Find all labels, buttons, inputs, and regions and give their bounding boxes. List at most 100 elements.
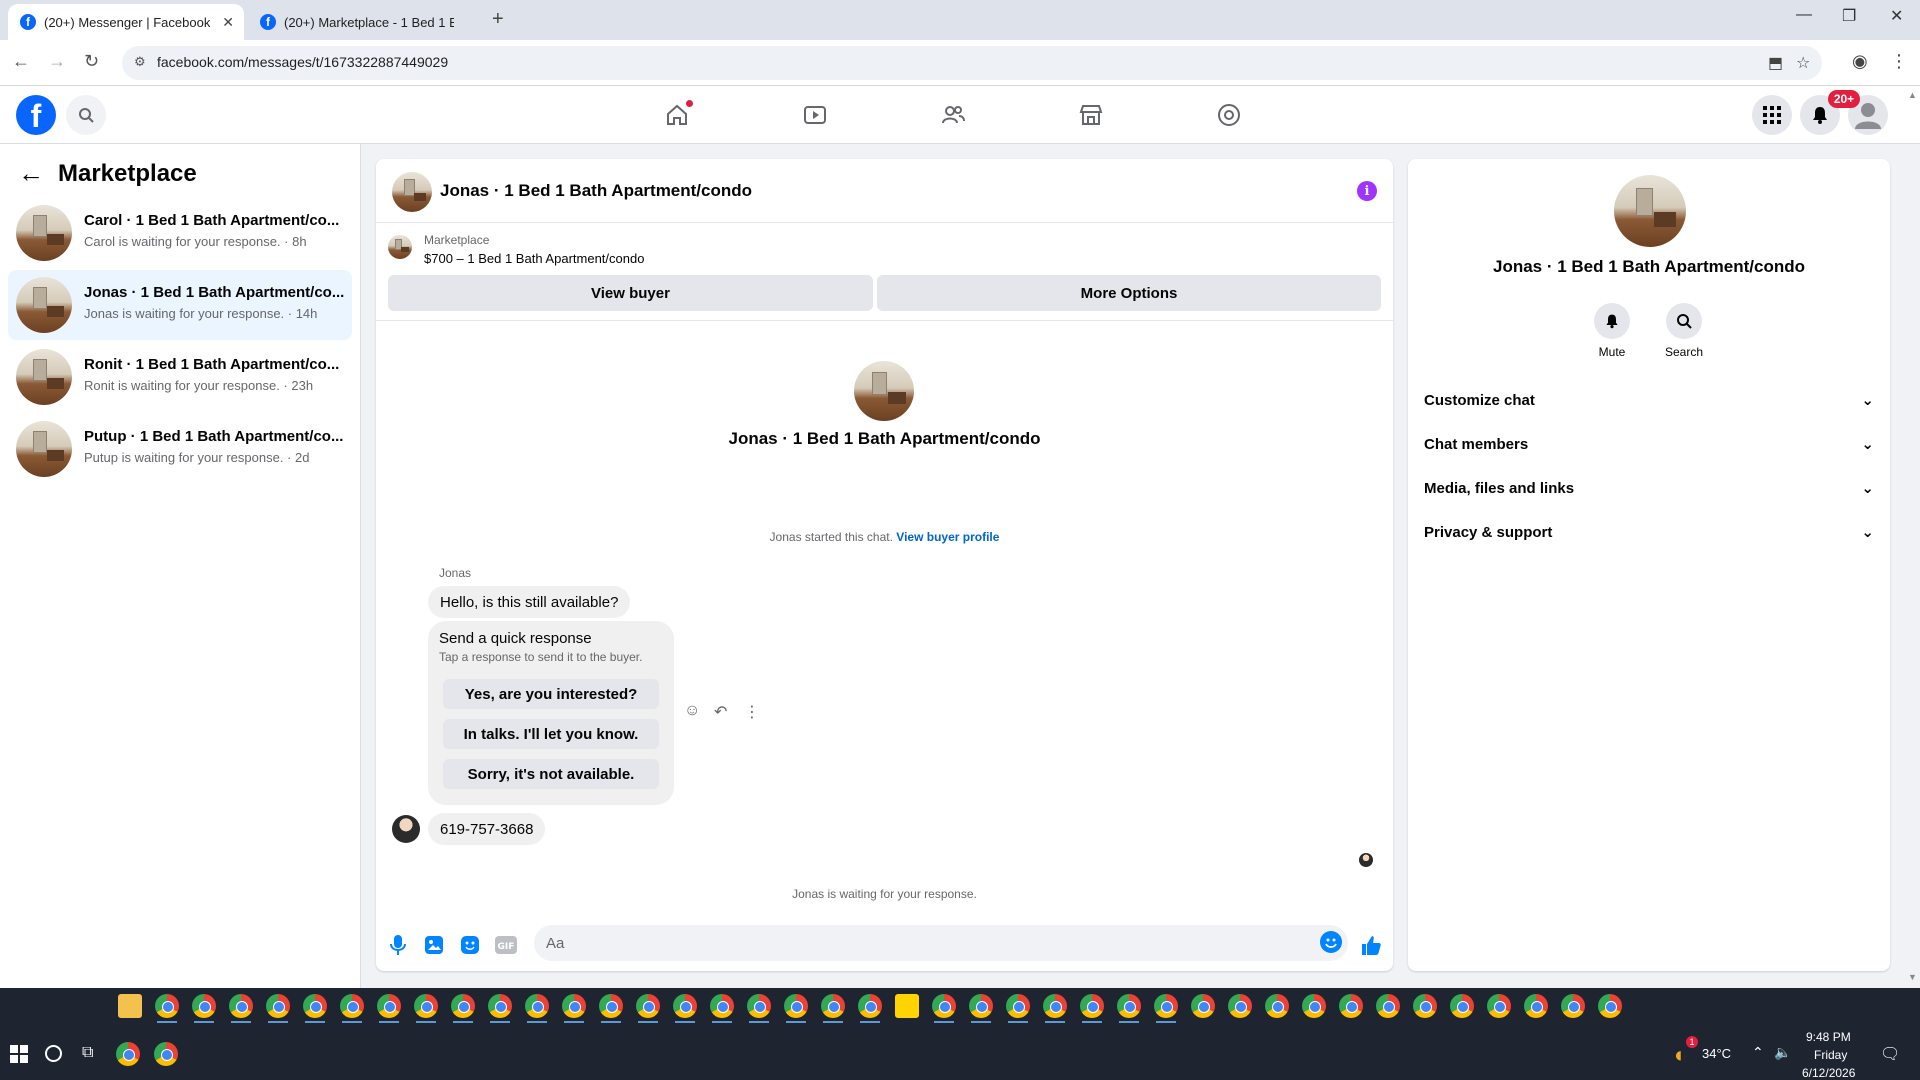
search-circle[interactable] — [1666, 303, 1702, 339]
chrome-window-icon[interactable] — [377, 994, 401, 1023]
nav-home[interactable] — [662, 99, 694, 130]
cortana-search-icon[interactable] — [45, 1045, 62, 1062]
chrome-pinned-icon[interactable] — [116, 1042, 140, 1066]
chrome-window-icon[interactable] — [1413, 994, 1437, 1018]
chrome-window-icon[interactable] — [1487, 994, 1511, 1018]
back-icon[interactable]: ← — [12, 51, 30, 72]
section-media-files-links[interactable]: Media, files and links ⌄ — [1424, 468, 1874, 508]
conversation-item-selected[interactable]: Jonas · 1 Bed 1 Bath Apartment/co... Jon… — [8, 270, 352, 340]
sticker-button[interactable] — [458, 933, 482, 957]
chrome-window-icon[interactable] — [525, 994, 549, 1023]
chrome-window-icon[interactable] — [710, 994, 734, 1023]
chrome-window-icon[interactable] — [1450, 994, 1474, 1018]
chat-avatar[interactable] — [392, 172, 432, 212]
quick-response-option[interactable]: In talks. I'll let you know. — [443, 719, 659, 749]
chrome-window-icon[interactable] — [414, 994, 438, 1023]
minimize-icon[interactable]: — — [1796, 6, 1812, 24]
chrome-window-icon[interactable] — [1524, 994, 1548, 1018]
url-text[interactable]: facebook.com/messages/t/1673322887449029 — [157, 54, 448, 70]
task-view-icon[interactable]: ⧉ — [82, 1044, 93, 1062]
more-actions-icon[interactable]: ⋮ — [744, 702, 760, 722]
message-bubble[interactable]: 619-757-3668 — [428, 813, 546, 845]
quick-response-option[interactable]: Yes, are you interested? — [443, 679, 659, 709]
profile-icon[interactable]: ◉ — [1852, 51, 1868, 72]
weather-moon-icon[interactable]: ◐ — [1674, 1042, 1687, 1068]
facebook-search-button[interactable] — [66, 95, 106, 135]
scroll-down-arrow-icon[interactable]: ▼ — [1908, 972, 1917, 982]
chrome-window-icon[interactable] — [1191, 994, 1215, 1018]
menu-button[interactable] — [1752, 95, 1792, 135]
facebook-logo-icon[interactable]: f — [16, 95, 56, 135]
sender-avatar[interactable] — [392, 815, 420, 843]
mute-circle[interactable] — [1594, 303, 1630, 339]
chrome-window-icon[interactable] — [1117, 994, 1141, 1023]
tab-messenger[interactable]: f (20+) Messenger | Facebook ✕ — [8, 4, 244, 40]
bookmark-star-icon[interactable]: ☆ — [1796, 53, 1810, 73]
chrome-menu-icon[interactable]: ⋮ — [1890, 51, 1908, 72]
windows-start-icon[interactable] — [10, 1045, 28, 1063]
nav-friends[interactable] — [938, 100, 968, 130]
conversation-item[interactable]: Putup · 1 Bed 1 Bath Apartment/co... Put… — [8, 414, 352, 484]
volume-icon[interactable]: 🔈 — [1774, 1044, 1791, 1061]
restore-icon[interactable]: ❐ — [1842, 6, 1856, 26]
chrome-window-icon[interactable] — [747, 994, 771, 1023]
react-emoji-icon[interactable]: ☺ — [684, 702, 700, 720]
section-customize-chat[interactable]: Customize chat ⌄ — [1424, 380, 1874, 420]
listing-price-title[interactable]: $700 – 1 Bed 1 Bath Apartment/condo — [424, 251, 644, 266]
view-buyer-profile-link[interactable]: View buyer profile — [896, 530, 999, 544]
like-button[interactable] — [1359, 933, 1383, 957]
chrome-window-icon[interactable] — [969, 994, 993, 1023]
temperature-text[interactable]: 34°C — [1702, 1046, 1731, 1061]
close-window-icon[interactable]: ✕ — [1890, 6, 1903, 26]
chrome-window-icon[interactable] — [1154, 994, 1178, 1023]
chrome-window-icon[interactable] — [1265, 994, 1289, 1018]
chrome-window-icon[interactable] — [784, 994, 808, 1023]
nav-gaming[interactable] — [1214, 100, 1244, 130]
tray-expand-icon[interactable]: ⌃ — [1752, 1044, 1764, 1061]
chrome-window-icon[interactable] — [303, 994, 327, 1023]
view-buyer-button[interactable]: View buyer — [388, 275, 873, 311]
conversation-item[interactable]: Ronit · 1 Bed 1 Bath Apartment/co... Ron… — [8, 342, 352, 412]
message-bubble[interactable]: Hello, is this still available? — [428, 586, 631, 618]
emoji-button[interactable] — [1320, 931, 1342, 953]
chrome-window-icon[interactable] — [1339, 994, 1363, 1018]
chrome-window-icon[interactable] — [1598, 994, 1622, 1018]
conversation-info-icon[interactable]: i — [1357, 181, 1377, 201]
more-options-button[interactable]: More Options — [877, 275, 1381, 311]
chrome-window-icon[interactable] — [340, 994, 364, 1023]
sticky-notes-icon[interactable] — [895, 994, 919, 1018]
chrome-window-icon[interactable] — [229, 994, 253, 1023]
install-app-icon[interactable]: ⬒ — [1768, 53, 1783, 73]
forward-icon[interactable]: → — [48, 51, 66, 72]
close-tab-icon[interactable]: ✕ — [222, 14, 234, 31]
mute-button[interactable]: Mute — [1582, 303, 1642, 359]
search-in-chat-button[interactable]: Search — [1654, 303, 1714, 359]
reload-icon[interactable]: ↻ — [84, 51, 99, 72]
address-bar[interactable]: ⚙ facebook.com/messages/t/16733228874490… — [122, 46, 1822, 80]
chrome-window-icon[interactable] — [1228, 994, 1252, 1018]
gif-button[interactable]: GIF — [494, 933, 518, 957]
chrome-window-icon[interactable] — [1080, 994, 1104, 1023]
voice-clip-button[interactable] — [386, 933, 410, 957]
reply-icon[interactable]: ↶ — [714, 702, 727, 722]
chrome-window-icon[interactable] — [192, 994, 216, 1023]
attach-photo-button[interactable] — [422, 933, 446, 957]
chrome-window-icon[interactable] — [1376, 994, 1400, 1018]
chrome-pinned-icon[interactable] — [154, 1042, 178, 1066]
quick-response-option[interactable]: Sorry, it's not available. — [443, 759, 659, 789]
chrome-window-icon[interactable] — [562, 994, 586, 1023]
chrome-window-icon[interactable] — [932, 994, 956, 1023]
clock-day[interactable]: Friday — [1814, 1048, 1847, 1062]
chrome-window-icon[interactable] — [1006, 994, 1030, 1023]
chrome-window-icon[interactable] — [1561, 994, 1585, 1018]
nav-marketplace[interactable] — [1076, 100, 1106, 130]
tab-marketplace[interactable]: f (20+) Marketplace - 1 Bed 1 Ba — [248, 4, 484, 40]
message-input[interactable] — [534, 925, 1348, 961]
chrome-window-icon[interactable] — [821, 994, 845, 1023]
chrome-window-icon[interactable] — [1302, 994, 1326, 1018]
file-explorer-icon[interactable] — [118, 994, 142, 1018]
chrome-window-icon[interactable] — [636, 994, 660, 1023]
new-tab-button[interactable]: + — [492, 8, 504, 31]
section-chat-members[interactable]: Chat members ⌄ — [1424, 424, 1874, 464]
chrome-window-icon[interactable] — [155, 994, 179, 1023]
